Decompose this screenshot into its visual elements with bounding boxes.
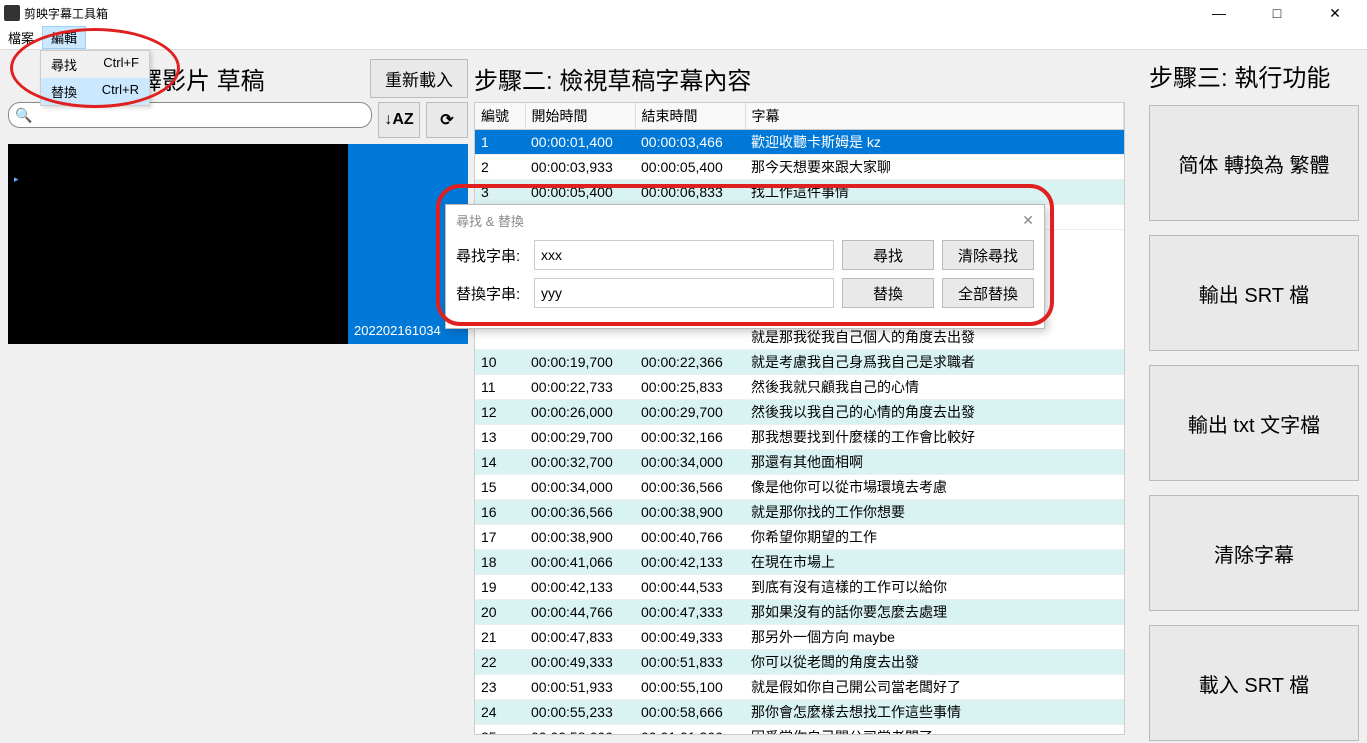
table-row[interactable]: 1400:00:32,70000:00:34,000那還有其他面相啊 [475, 450, 1124, 475]
load-srt-button[interactable]: 載入 SRT 檔 [1149, 625, 1359, 741]
titlebar: 剪映字幕工具箱 — □ ✕ [0, 0, 1367, 26]
find-label: 尋找字串: [456, 245, 526, 266]
clear-find-button[interactable]: 清除尋找 [942, 240, 1034, 270]
draft-timestamp: 202202161034 [354, 323, 441, 338]
convert-button[interactable]: 简体 轉換為 繁體 [1149, 105, 1359, 221]
replace-button[interactable]: 替換 [842, 278, 934, 308]
subtitle-table[interactable]: 編號 開始時間 結束時間 字幕 100:00:01,40000:00:03,46… [474, 102, 1125, 735]
menubar: 檔案 編輯 [0, 26, 1367, 50]
replace-all-button[interactable]: 全部替換 [942, 278, 1034, 308]
col-end[interactable]: 結束時間 [635, 103, 745, 130]
sort-button[interactable]: ↓AZ [378, 102, 420, 138]
table-row[interactable]: 2400:00:55,23300:00:58,666那你會怎麼樣去想找工作這些事… [475, 700, 1124, 725]
find-replace-dialog: 尋找 & 替換 ✕ 尋找字串: 尋找 清除尋找 替換字串: 替換 全部替換 [445, 204, 1045, 329]
table-row[interactable]: 100:00:01,40000:00:03,466歡迎收聽卡斯姆是 kz [475, 130, 1124, 155]
clear-subtitles-button[interactable]: 清除字幕 [1149, 495, 1359, 611]
find-button[interactable]: 尋找 [842, 240, 934, 270]
step2-header: 步驟二: 檢視草稿字幕內容 [474, 61, 751, 96]
table-row[interactable]: 200:00:03,93300:00:05,400那今天想要來跟大家聊 [475, 155, 1124, 180]
table-row[interactable]: 2300:00:51,93300:00:55,100就是假如你自己開公司當老闆好… [475, 675, 1124, 700]
maximize-button[interactable]: □ [1257, 5, 1297, 22]
menu-edit[interactable]: 編輯 [42, 26, 86, 49]
replace-input[interactable] [534, 278, 834, 308]
table-row[interactable]: 1700:00:38,90000:00:40,766你希望你期望的工作 [475, 525, 1124, 550]
table-row[interactable]: 1900:00:42,13300:00:44,533到底有沒有這樣的工作可以給你 [475, 575, 1124, 600]
table-row[interactable]: 2500:00:58,66600:01:01,266因爲當你自己開公司當老闆了 [475, 725, 1124, 736]
close-button[interactable]: ✕ [1315, 5, 1355, 22]
table-row[interactable]: 300:00:05,40000:00:06,833找工作這件事情 [475, 180, 1124, 205]
edit-dropdown: 尋找 Ctrl+F 替換 Ctrl+R [40, 50, 150, 106]
preview-marker-icon: ▸ [14, 174, 19, 185]
table-row[interactable]: 1600:00:36,56600:00:38,900就是那你找的工作你想要 [475, 500, 1124, 525]
minimize-button[interactable]: — [1199, 5, 1239, 22]
table-row[interactable]: 2200:00:49,33300:00:51,833你可以從老闆的角度去出發 [475, 650, 1124, 675]
menu-file[interactable]: 檔案 [0, 26, 42, 49]
table-row[interactable]: 1000:00:19,70000:00:22,366就是考慮我自己身爲我自己是求… [475, 350, 1124, 375]
table-scrollbar[interactable] [1125, 102, 1143, 735]
export-txt-button[interactable]: 輸出 txt 文字檔 [1149, 365, 1359, 481]
table-row[interactable]: 1200:00:26,00000:00:29,700然後我以我自己的心情的角度去… [475, 400, 1124, 425]
dropdown-find[interactable]: 尋找 Ctrl+F [41, 51, 149, 78]
table-row[interactable]: 1100:00:22,73300:00:25,833然後我就只顧我自己的心情 [475, 375, 1124, 400]
reload-button[interactable]: 重新載入 [370, 59, 468, 98]
search-input[interactable] [32, 108, 365, 123]
app-icon [4, 5, 20, 21]
col-start[interactable]: 開始時間 [525, 103, 635, 130]
dropdown-replace[interactable]: 替換 Ctrl+R [41, 78, 149, 105]
replace-label: 替換字串: [456, 283, 526, 304]
search-icon: 🔍 [15, 107, 32, 124]
table-row[interactable]: 1300:00:29,70000:00:32,166那我想要找到什麼樣的工作會比… [475, 425, 1124, 450]
dialog-close-icon[interactable]: ✕ [1022, 212, 1034, 229]
step1-label: 釋影片 草稿 [138, 61, 265, 96]
table-row[interactable]: 2000:00:44,76600:00:47,333那如果沒有的話你要怎麼去處理 [475, 600, 1124, 625]
export-srt-button[interactable]: 輸出 SRT 檔 [1149, 235, 1359, 351]
video-preview: ▸ [8, 144, 348, 344]
table-row[interactable]: 2100:00:47,83300:00:49,333那另外一個方向 maybe [475, 625, 1124, 650]
table-row[interactable]: 1500:00:34,00000:00:36,566像是他你可以從市場環境去考慮 [475, 475, 1124, 500]
window-title: 剪映字幕工具箱 [24, 5, 1199, 22]
table-row[interactable]: 1800:00:41,06600:00:42,133在現在市場上 [475, 550, 1124, 575]
dialog-title: 尋找 & 替換 [456, 211, 524, 230]
step3-header: 步驟三: 執行功能 [1149, 58, 1330, 93]
col-num[interactable]: 編號 [475, 103, 525, 130]
refresh-button[interactable]: ⟳ [426, 102, 468, 138]
find-input[interactable] [534, 240, 834, 270]
col-sub[interactable]: 字幕 [745, 103, 1124, 130]
